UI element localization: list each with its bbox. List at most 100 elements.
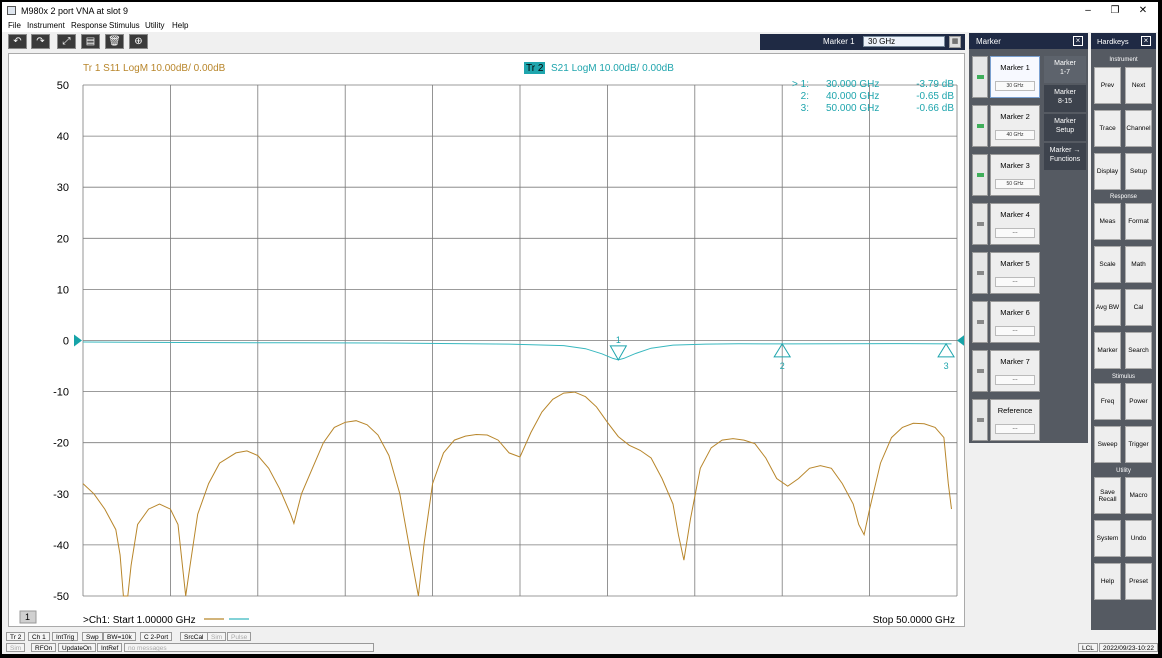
key-undo[interactable]: Undo: [1125, 520, 1152, 557]
marker-3-triangle[interactable]: [937, 342, 955, 358]
status-trace[interactable]: Tr 2: [6, 632, 26, 641]
tab-marker-setup[interactable]: Marker Setup: [1044, 114, 1086, 141]
y-tick-labels: 50 40 30 20 10 0 -10 -20 -30 -40 -50: [53, 80, 69, 603]
close-icon[interactable]: ×: [1141, 36, 1151, 46]
key-setup[interactable]: Setup: [1125, 153, 1152, 190]
delete-icon[interactable]: 🗑: [105, 34, 124, 49]
y-tick-label: 30: [57, 182, 69, 194]
key-sweep[interactable]: Sweep: [1094, 426, 1121, 463]
reference-marker-toggle[interactable]: [972, 399, 988, 441]
marker-3-label: Marker 3: [1000, 161, 1030, 170]
stop-frequency[interactable]: Stop 50.0000 GHz: [873, 615, 955, 626]
key-prev[interactable]: Prev: [1094, 67, 1121, 104]
key-preset[interactable]: Preset: [1125, 563, 1152, 600]
key-display[interactable]: Display: [1094, 153, 1121, 190]
group-response: Response: [1109, 194, 1138, 200]
key-system[interactable]: System: [1094, 520, 1121, 557]
key-avg-bw[interactable]: Avg BW: [1094, 289, 1121, 326]
marker-3-toggle[interactable]: [972, 154, 988, 196]
group-utility: Utility: [1116, 468, 1131, 474]
redo-icon[interactable]: ↷: [31, 34, 50, 49]
minimize-button[interactable]: –: [1078, 4, 1098, 18]
marker-2-label: 2: [780, 361, 785, 371]
marker-1-button[interactable]: Marker 1 30 GHz: [990, 56, 1040, 98]
marker-3-button[interactable]: Marker 3 50 GHz: [990, 154, 1040, 196]
menu-help[interactable]: Help: [172, 21, 188, 30]
key-freq[interactable]: Freq: [1094, 383, 1121, 420]
reference-marker-button[interactable]: Reference ---: [990, 399, 1040, 441]
status-cal[interactable]: C 2-Port: [140, 632, 173, 641]
status-sweep[interactable]: Swp: [82, 632, 103, 641]
close-icon[interactable]: ×: [1073, 36, 1083, 46]
marker-readout: > 1: 30.000 GHz -3.79 dB 2: 40.000 GHz -…: [792, 79, 954, 114]
status-srccal[interactable]: SrcCal: [180, 632, 208, 641]
key-marker[interactable]: Marker: [1094, 332, 1121, 369]
marker-6-toggle[interactable]: [972, 301, 988, 343]
marker-6-button[interactable]: Marker 6 ---: [990, 301, 1040, 343]
menu-response[interactable]: Response: [71, 21, 107, 30]
key-meas[interactable]: Meas: [1094, 203, 1121, 240]
marker-4-button[interactable]: Marker 4 ---: [990, 203, 1040, 245]
key-cal[interactable]: Cal: [1125, 289, 1152, 326]
plot-window[interactable]: 50 40 30 20 10 0 -10 -20 -30 -40 -50 1 2 3 Tr 1 S11 …: [8, 53, 965, 627]
autoscale-icon[interactable]: ⤢: [57, 34, 76, 49]
keypad-icon[interactable]: ▦: [949, 36, 961, 48]
trace2-badge[interactable]: Tr 2: [526, 63, 544, 74]
key-help[interactable]: Help: [1094, 563, 1121, 600]
marker-5-value: ---: [995, 277, 1035, 287]
key-macro[interactable]: Macro: [1125, 477, 1152, 514]
trace1-label[interactable]: Tr 1 S11 LogM 10.00dB/ 0.00dB: [83, 63, 226, 74]
marker-1-triangle[interactable]: [609, 345, 628, 361]
tab-marker-1-7[interactable]: Marker 1-7: [1044, 56, 1086, 83]
status-update-on[interactable]: UpdateOn: [58, 643, 96, 652]
tab-marker-8-15[interactable]: Marker 8-15: [1044, 85, 1086, 112]
marker-row-4: Marker 4 ---: [972, 203, 1042, 245]
marker-7-button[interactable]: Marker 7 ---: [990, 350, 1040, 392]
menu-file[interactable]: File: [8, 21, 21, 30]
readout-val-2: -0.65 dB: [916, 91, 954, 102]
trace-plot[interactable]: 50 40 30 20 10 0 -10 -20 -30 -40 -50 1 2 3 Tr 1 S11 …: [9, 54, 964, 626]
key-format[interactable]: Format: [1125, 203, 1152, 240]
marker-2-toggle[interactable]: [972, 105, 988, 147]
undo-icon[interactable]: ↶: [8, 34, 27, 49]
marker-2-button[interactable]: Marker 2 40 GHz: [990, 105, 1040, 147]
menu-instrument[interactable]: Instrument: [27, 21, 65, 30]
channel-badge[interactable]: 1: [25, 612, 30, 622]
readout-val-3: -0.66 dB: [916, 103, 954, 114]
start-frequency[interactable]: >Ch1: Start 1.00000 GHz: [83, 615, 196, 626]
restore-button[interactable]: ❐: [1105, 4, 1125, 18]
status-bar: Tr 2 Ch 1 IntTrig Swp BW=10k C 2-Port Sr…: [2, 630, 1158, 654]
marker-5-button[interactable]: Marker 5 ---: [990, 252, 1040, 294]
key-trigger[interactable]: Trigger: [1125, 426, 1152, 463]
marker-1-toggle[interactable]: [972, 56, 988, 98]
status-bandwidth[interactable]: BW=10k: [103, 632, 136, 641]
menu-stimulus[interactable]: Stimulus: [109, 21, 140, 30]
key-scale[interactable]: Scale: [1094, 246, 1121, 283]
active-marker-value-input[interactable]: 30 GHz: [863, 36, 945, 47]
readout-freq-2: 40.000 GHz: [826, 91, 879, 102]
key-math[interactable]: Math: [1125, 246, 1152, 283]
key-power[interactable]: Power: [1125, 383, 1152, 420]
status-int-ref[interactable]: IntRef: [97, 643, 123, 652]
tab-marker-functions[interactable]: Marker → Functions: [1044, 143, 1086, 170]
marker-7-toggle[interactable]: [972, 350, 988, 392]
status-sim: Sim: [207, 632, 227, 641]
key-channel[interactable]: Channel: [1125, 110, 1152, 147]
marker-panel: Marker × Marker 1 30 GHz Marker 2 40 GHz M…: [969, 33, 1088, 443]
marker-5-label: Marker 5: [1000, 259, 1030, 268]
status-trigger[interactable]: IntTrig: [52, 632, 79, 641]
key-next[interactable]: Next: [1125, 67, 1152, 104]
screenshot-icon[interactable]: ▤: [81, 34, 100, 49]
status-rf-on[interactable]: RFOn: [31, 643, 57, 652]
status-channel[interactable]: Ch 1: [28, 632, 50, 641]
trace2-label[interactable]: S21 LogM 10.00dB/ 0.00dB: [551, 63, 674, 74]
marker-row-reference: Reference ---: [972, 399, 1042, 441]
key-search[interactable]: Search: [1125, 332, 1152, 369]
menu-utility[interactable]: Utility: [145, 21, 165, 30]
marker-4-toggle[interactable]: [972, 203, 988, 245]
zoom-icon[interactable]: ⊕: [129, 34, 148, 49]
key-save-recall[interactable]: Save Recall: [1094, 477, 1121, 514]
close-button[interactable]: ✕: [1133, 4, 1153, 18]
key-trace[interactable]: Trace: [1094, 110, 1121, 147]
marker-5-toggle[interactable]: [972, 252, 988, 294]
